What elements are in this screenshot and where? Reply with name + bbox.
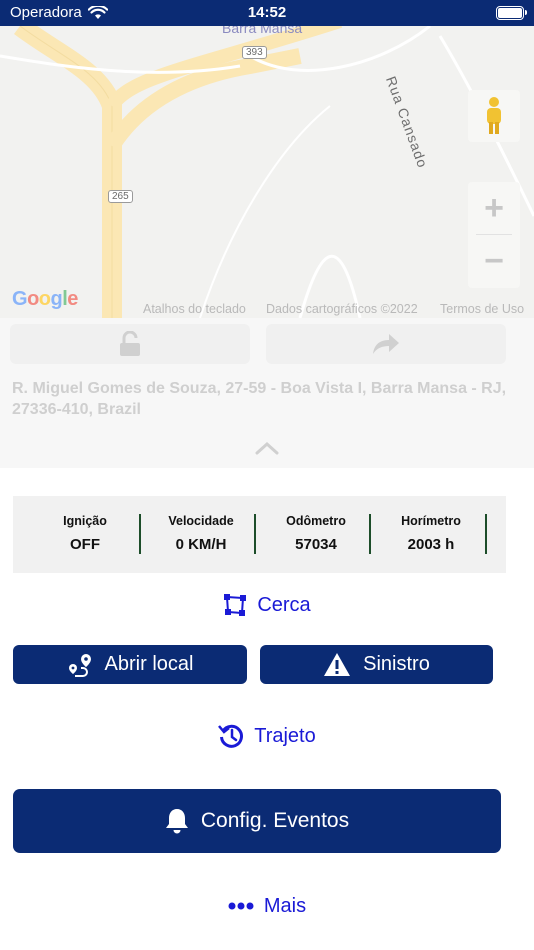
zoom-out-button[interactable]: − — [468, 235, 520, 288]
telemetry-ignition: Ignição OFF — [27, 514, 143, 553]
share-arrow-icon — [373, 334, 399, 354]
battery-icon — [496, 6, 527, 20]
telemetry-label: Horímetro — [401, 514, 461, 528]
trajeto-label: Trajeto — [254, 724, 316, 747]
warning-icon — [324, 652, 351, 676]
street-view-pegman[interactable] — [468, 90, 520, 142]
route-pin-icon — [68, 653, 91, 677]
status-bar: Operadora 14:52 — [0, 0, 534, 26]
zoom-control: + − — [468, 182, 520, 288]
google-logo: Google — [12, 288, 78, 310]
unlock-button[interactable] — [10, 324, 250, 364]
share-button[interactable] — [266, 324, 506, 364]
config-events-label: Config. Eventos — [200, 809, 350, 832]
more-dots-icon — [228, 902, 254, 910]
sinistro-label: Sinistro — [363, 653, 430, 675]
unlock-icon — [120, 331, 140, 356]
pegman-icon — [487, 97, 501, 134]
telemetry-divider — [369, 514, 371, 554]
history-icon — [218, 724, 244, 748]
config-events-button[interactable]: Config. Eventos — [13, 789, 501, 853]
telemetry-divider — [254, 514, 256, 554]
telemetry-value: 0 KM/H — [175, 536, 227, 553]
vehicle-address: R. Miguel Gomes de Souza, 27-59 - Boa Vi… — [12, 380, 507, 418]
map-roads — [0, 26, 534, 318]
telemetry-value: 2003 h — [407, 536, 455, 553]
geofence-icon — [224, 594, 247, 616]
sinistro-button[interactable]: Sinistro — [260, 645, 493, 684]
more-label: Mais — [263, 894, 307, 917]
telemetry-hourmeter: Horímetro 2003 h — [373, 514, 489, 553]
map-city-label: Barra Mansa — [222, 26, 303, 36]
telemetry-speed: Velocidade 0 KM/H — [143, 514, 259, 553]
telemetry-panel: Ignição OFF Velocidade 0 KM/H Odômetro 5… — [13, 496, 506, 573]
telemetry-odometer: Odômetro 57034 — [258, 514, 374, 553]
keyboard-shortcuts-link[interactable]: Atalhos do teclado — [143, 302, 246, 316]
open-location-label: Abrir local — [104, 653, 194, 675]
more-link[interactable]: Mais — [0, 892, 534, 920]
trajeto-link[interactable]: Trajeto — [0, 721, 534, 751]
terms-link[interactable]: Termos de Uso — [440, 302, 524, 316]
telemetry-label: Odômetro — [286, 514, 346, 528]
open-location-button[interactable]: Abrir local — [13, 645, 247, 684]
chevron-up-icon[interactable] — [254, 440, 280, 456]
telemetry-label: Ignição — [63, 514, 107, 528]
telemetry-label: Velocidade — [168, 514, 234, 528]
route-shield: 265 — [108, 190, 133, 203]
bell-icon — [165, 809, 188, 834]
cerca-label: Cerca — [257, 593, 311, 616]
telemetry-divider — [139, 514, 141, 554]
cerca-link[interactable]: Cerca — [0, 591, 534, 619]
zoom-in-button[interactable]: + — [468, 182, 520, 235]
map-view[interactable]: Barra Mansa Rua Cansado 393 265 + − Goog… — [0, 26, 534, 318]
telemetry-divider — [485, 514, 487, 554]
telemetry-value: 57034 — [295, 536, 337, 553]
clock: 14:52 — [247, 4, 287, 21]
vehicle-panel: R. Miguel Gomes de Souza, 27-59 - Boa Vi… — [0, 318, 534, 468]
telemetry-value: OFF — [70, 536, 100, 553]
route-shield: 393 — [242, 46, 267, 59]
map-data-attribution: Dados cartográficos ©2022 — [266, 302, 418, 316]
